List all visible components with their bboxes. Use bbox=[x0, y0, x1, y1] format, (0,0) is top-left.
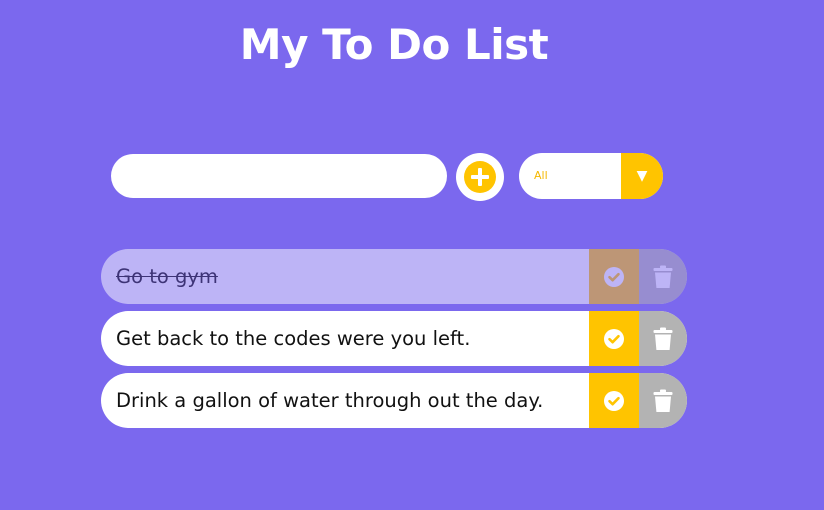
todo-input[interactable] bbox=[111, 154, 447, 198]
check-circle-icon bbox=[604, 390, 624, 411]
add-todo-button[interactable] bbox=[456, 153, 504, 201]
dropdown-arrow-icon: ▼ bbox=[621, 153, 663, 199]
todo-item: Go to gym bbox=[101, 249, 687, 304]
delete-button[interactable] bbox=[639, 249, 687, 304]
trash-icon bbox=[653, 389, 673, 412]
complete-button[interactable] bbox=[589, 373, 639, 428]
plus-circle-icon bbox=[464, 161, 496, 193]
filter-select[interactable]: All ▼ bbox=[519, 153, 663, 199]
page-title: My To Do List bbox=[239, 20, 549, 69]
todo-list: Go to gym Get back to the codes were you… bbox=[101, 249, 687, 435]
todo-item: Get back to the codes were you left. bbox=[101, 311, 687, 366]
check-circle-icon bbox=[604, 328, 624, 349]
delete-button[interactable] bbox=[639, 373, 687, 428]
todo-text: Get back to the codes were you left. bbox=[116, 327, 471, 350]
todo-text: Go to gym bbox=[116, 265, 218, 288]
delete-button[interactable] bbox=[639, 311, 687, 366]
complete-button[interactable] bbox=[589, 249, 639, 304]
check-circle-icon bbox=[604, 266, 624, 287]
filter-selected-value: All bbox=[534, 169, 548, 182]
todo-item: Drink a gallon of water through out the … bbox=[101, 373, 687, 428]
trash-icon bbox=[653, 265, 673, 288]
trash-icon bbox=[653, 327, 673, 350]
complete-button[interactable] bbox=[589, 311, 639, 366]
todo-text: Drink a gallon of water through out the … bbox=[116, 389, 544, 412]
